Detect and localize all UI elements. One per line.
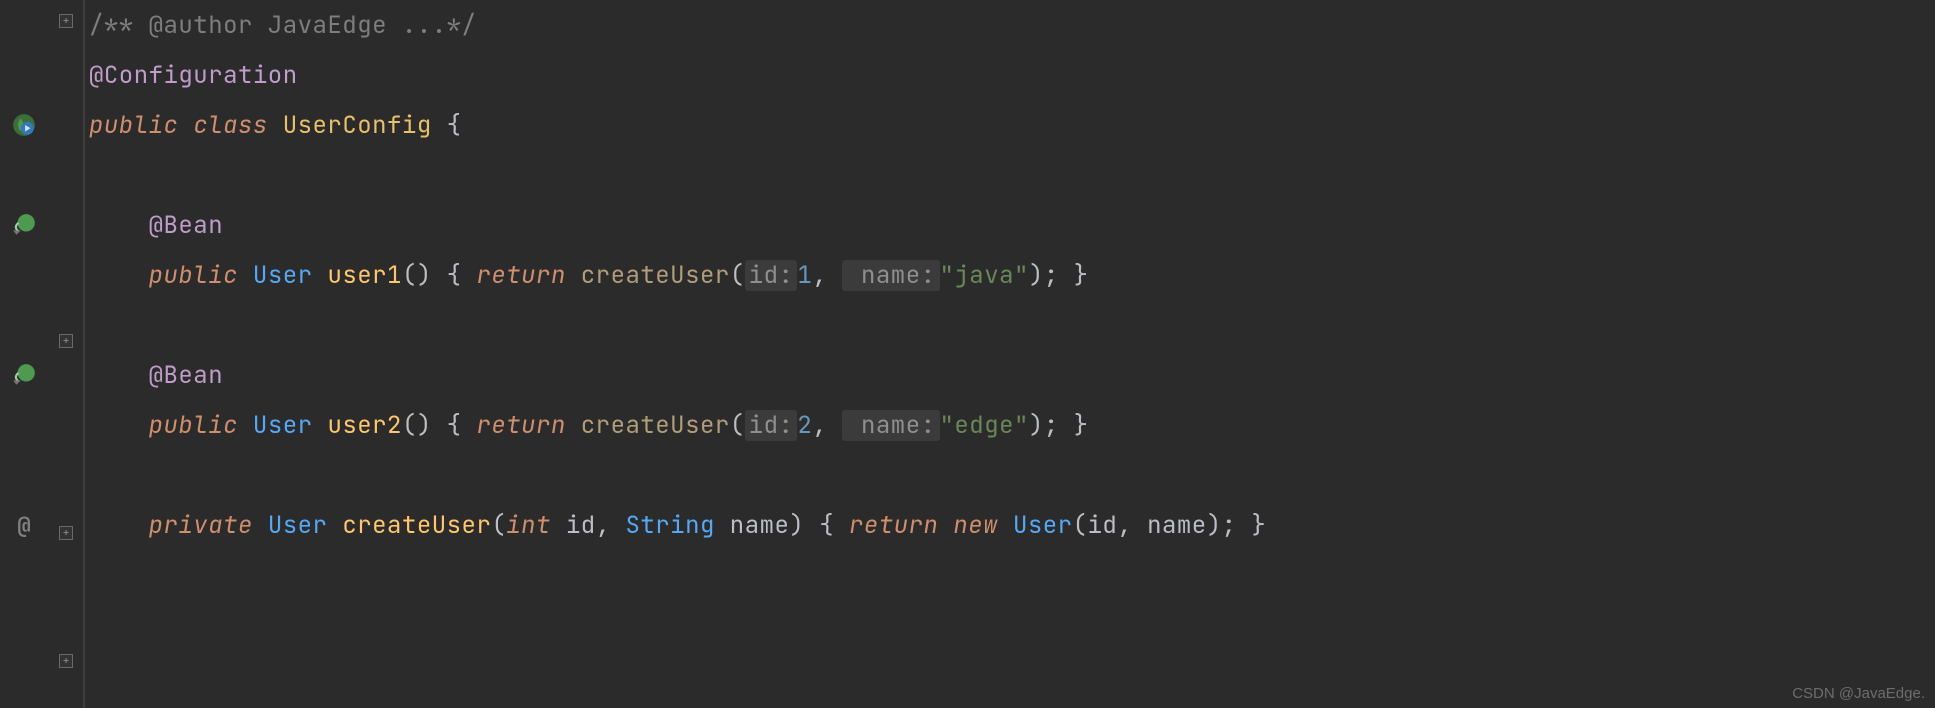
annotation-gutter-icon[interactable]: @ [17, 511, 30, 540]
code-line-blank[interactable] [89, 300, 1935, 350]
method-call: createUser [581, 410, 730, 441]
navigate-icon[interactable] [11, 212, 37, 238]
code-area[interactable]: /** @author JavaEdge ...*/ @Configuratio… [85, 0, 1935, 708]
keyword-return: return [476, 260, 565, 291]
inline-hint: id: [745, 410, 798, 441]
code-line[interactable]: public User user1() { return createUser(… [89, 250, 1935, 300]
type: User [253, 260, 313, 291]
keyword-public: public [89, 110, 178, 141]
keyword-return: return [849, 510, 938, 541]
keyword-public: public [149, 410, 238, 441]
arg: id [1087, 510, 1117, 541]
gutter-slot: @ [0, 500, 48, 550]
annotation: @Bean [149, 210, 224, 241]
gutter-slot [0, 200, 48, 250]
method-name: user2 [327, 410, 402, 441]
code-line[interactable]: /** @author JavaEdge ...*/ [89, 0, 1935, 50]
keyword-private: private [149, 510, 253, 541]
fold-toggle[interactable] [59, 14, 73, 28]
class-name: UserConfig [283, 110, 432, 141]
param-type: String [625, 510, 714, 541]
code-line[interactable]: public User user2() { return createUser(… [89, 400, 1935, 450]
fold-toggle[interactable] [59, 334, 73, 348]
keyword-class: class [193, 110, 268, 141]
method-call: createUser [581, 260, 730, 291]
param-name: id [566, 510, 596, 541]
gutter-slot [0, 150, 48, 200]
string-literal: "edge" [940, 410, 1029, 441]
number-literal: 1 [797, 260, 812, 291]
fold-gutter [48, 0, 85, 708]
fold-toggle[interactable] [59, 654, 73, 668]
code-editor[interactable]: @ /** @author JavaEdge ...*/ @Configurat… [0, 0, 1935, 708]
code-line[interactable]: public class UserConfig { [89, 100, 1935, 150]
param-name: name [730, 510, 790, 541]
gutter-slot [0, 0, 48, 50]
inline-hint: name: [842, 410, 939, 441]
gutter-slot [0, 450, 48, 500]
keyword-return: return [476, 410, 565, 441]
method-name: user1 [327, 260, 402, 291]
navigate-icon[interactable] [11, 362, 37, 388]
icon-gutter: @ [0, 0, 48, 708]
keyword-new: new [953, 510, 998, 541]
code-line[interactable]: @Configuration [89, 50, 1935, 100]
type: User [268, 510, 328, 541]
constructor: User [1013, 510, 1073, 541]
watermark: CSDN @JavaEdge. [1792, 685, 1925, 702]
brace-open: { [432, 110, 462, 141]
fold-toggle[interactable] [59, 526, 73, 540]
param-type: int [506, 510, 551, 541]
code-line-blank[interactable] [89, 150, 1935, 200]
annotation: @Bean [149, 360, 224, 391]
annotation: @Configuration [89, 60, 298, 91]
arg: name [1147, 510, 1207, 541]
inline-hint: id: [745, 260, 798, 291]
javadoc-comment: /** @author JavaEdge ...*/ [89, 10, 476, 41]
code-line[interactable]: @Bean [89, 350, 1935, 400]
gutter-slot [0, 100, 48, 150]
gutter-slot [0, 400, 48, 450]
code-line[interactable]: @Bean [89, 200, 1935, 250]
gutter-slot [0, 300, 48, 350]
gutter-slot [0, 250, 48, 300]
run-config-icon[interactable] [11, 112, 37, 138]
gutter-slot [0, 350, 48, 400]
string-literal: "java" [940, 260, 1029, 291]
gutter-slot [0, 50, 48, 100]
inline-hint: name: [842, 260, 939, 291]
number-literal: 2 [797, 410, 812, 441]
code-line-blank[interactable] [89, 450, 1935, 500]
keyword-public: public [149, 260, 238, 291]
parens: () [402, 260, 432, 291]
method-name: createUser [342, 510, 491, 541]
type: User [253, 410, 313, 441]
code-line[interactable]: private User createUser(int id, String n… [89, 500, 1935, 550]
